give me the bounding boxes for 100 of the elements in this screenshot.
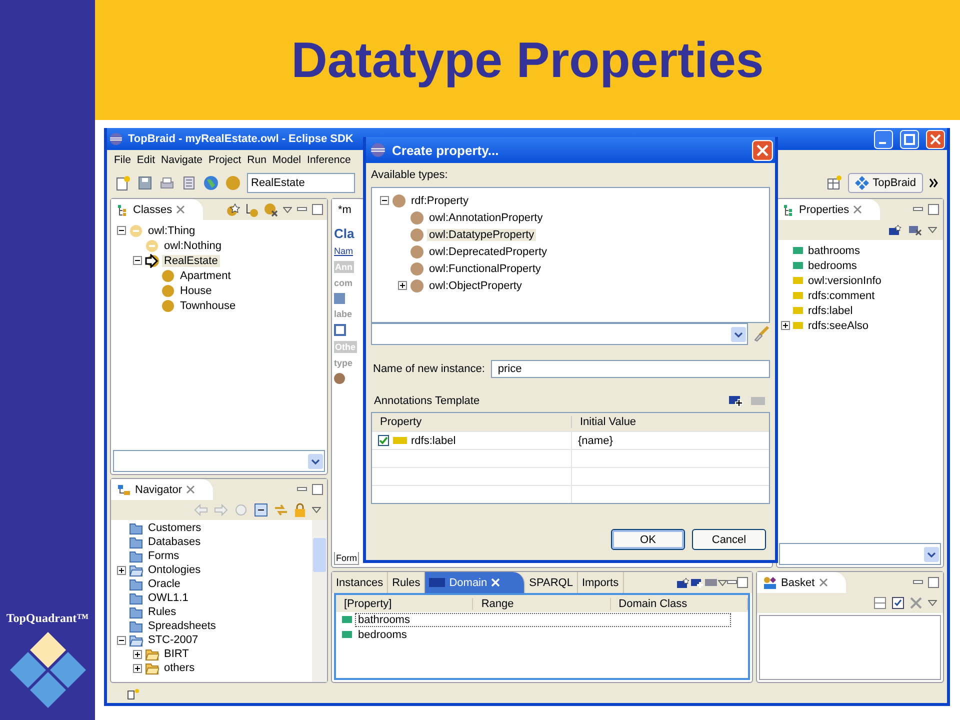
view-menu-icon[interactable] <box>312 507 321 513</box>
editor-page-tab[interactable]: Form <box>334 552 359 565</box>
tree-item[interactable]: rdfs:seeAlso <box>806 320 871 332</box>
checkbox-icon[interactable] <box>892 597 904 609</box>
minimize-icon[interactable] <box>913 580 923 586</box>
tree-item[interactable]: owl:AnnotationProperty <box>427 212 545 224</box>
filter-combo-box[interactable] <box>371 323 748 345</box>
document-icon[interactable] <box>181 175 197 191</box>
maximize-icon[interactable] <box>312 484 323 495</box>
add-icon[interactable] <box>690 576 704 588</box>
clear-icon[interactable] <box>910 597 922 609</box>
add-property-icon[interactable] <box>888 224 902 236</box>
view-tab[interactable]: Instances <box>332 572 388 593</box>
tree-item[interactable]: House <box>178 284 214 296</box>
collapse-icon[interactable] <box>133 256 142 265</box>
close-icon[interactable] <box>818 578 828 587</box>
tree-item[interactable]: Oracle <box>146 578 182 590</box>
tree-item[interactable]: rdfs:label <box>806 304 855 316</box>
menu-item[interactable]: Project <box>205 154 244 166</box>
column-header[interactable]: [Property] <box>336 598 474 610</box>
open-perspective-icon[interactable] <box>826 175 842 191</box>
close-button[interactable] <box>752 140 773 160</box>
print-icon[interactable] <box>159 175 175 191</box>
maximize-icon[interactable] <box>737 577 748 588</box>
tree-item[interactable]: STC-2007 <box>146 634 200 646</box>
column-header[interactable]: Property <box>372 416 572 428</box>
view-tab[interactable]: Basket <box>757 572 846 593</box>
globe-icon[interactable] <box>203 175 219 191</box>
maximize-icon[interactable] <box>928 577 939 588</box>
tree-item[interactable]: owl:FunctionalProperty <box>427 262 543 274</box>
add-class-icon[interactable] <box>226 202 240 216</box>
tree-item[interactable]: Apartment <box>178 270 233 282</box>
view-tab[interactable]: Navigator <box>111 479 214 500</box>
view-tab[interactable]: SPARQL <box>525 572 578 593</box>
maximize-icon[interactable] <box>928 204 939 215</box>
collapse-icon[interactable] <box>117 636 126 644</box>
view-tab[interactable]: Domain <box>425 572 526 593</box>
tree-item[interactable]: bedrooms <box>806 260 859 272</box>
filter-combo-box[interactable] <box>779 543 941 565</box>
tree-item[interactable]: rdfs:comment <box>806 290 877 302</box>
expand-icon[interactable] <box>133 664 142 672</box>
close-icon[interactable] <box>853 205 862 214</box>
add-subclass-icon[interactable] <box>245 202 259 216</box>
chevron-icon[interactable] <box>929 178 939 188</box>
delete-class-icon[interactable] <box>264 202 278 216</box>
menu-item[interactable]: Run <box>244 154 270 166</box>
close-icon[interactable] <box>176 205 186 214</box>
menu-item[interactable]: File <box>111 154 134 166</box>
view-tab[interactable]: Properties <box>777 199 880 220</box>
new-file-icon[interactable] <box>115 175 131 191</box>
maximize-button[interactable] <box>900 130 919 148</box>
expand-icon[interactable] <box>398 281 407 290</box>
column-header[interactable]: Initial Value <box>572 416 769 428</box>
tree-item[interactable]: owl:DatatypeProperty <box>427 228 536 240</box>
tree-item[interactable]: Townhouse <box>178 300 238 312</box>
save-icon[interactable] <box>137 175 153 191</box>
scrollbar[interactable] <box>312 520 327 682</box>
view-menu-icon[interactable] <box>928 227 937 233</box>
tree-item[interactable]: RealEstate <box>162 254 220 266</box>
table-cell[interactable]: bathrooms <box>355 612 731 626</box>
name-link[interactable]: Nam <box>334 246 354 256</box>
tree-item[interactable]: OWL1.1 <box>146 592 190 604</box>
tree-item[interactable]: rdf:Property <box>409 194 470 206</box>
fast-view-icon[interactable] <box>127 688 141 700</box>
tree-item[interactable]: Rules <box>146 606 178 618</box>
delete-property-icon[interactable] <box>908 224 922 236</box>
close-button[interactable] <box>926 130 945 148</box>
view-tab[interactable]: Classes <box>111 199 204 220</box>
collapse-all-icon[interactable] <box>254 503 268 517</box>
class-combo-box[interactable]: RealEstate <box>247 173 355 193</box>
tree-item[interactable]: BIRT <box>162 648 191 660</box>
minimize-icon[interactable] <box>297 486 307 492</box>
view-menu-icon[interactable] <box>718 580 727 586</box>
perspective-button[interactable]: TopBraid <box>848 173 923 193</box>
tree-item[interactable]: owl:Nothing <box>162 240 224 252</box>
minimize-icon[interactable] <box>727 580 737 586</box>
tree-item[interactable]: Forms <box>146 550 182 562</box>
tree-item[interactable]: Databases <box>146 536 203 548</box>
table-cell[interactable]: bedrooms <box>355 628 410 642</box>
expand-icon[interactable] <box>781 321 790 330</box>
expand-icon[interactable] <box>133 650 142 658</box>
expand-icon[interactable] <box>117 566 126 574</box>
split-icon[interactable] <box>874 597 886 609</box>
maximize-icon[interactable] <box>312 204 323 215</box>
minimize-icon[interactable] <box>297 206 307 212</box>
view-menu-icon[interactable] <box>928 600 937 606</box>
minimize-button[interactable] <box>874 130 893 148</box>
checkbox[interactable] <box>378 435 389 446</box>
collapse-icon[interactable] <box>380 196 389 205</box>
tree-item[interactable]: others <box>162 662 197 674</box>
menu-item[interactable]: Model <box>269 154 304 166</box>
menu-item[interactable]: Inference <box>304 154 354 166</box>
menu-item[interactable]: Navigate <box>158 154 206 166</box>
lock-icon[interactable] <box>294 503 306 517</box>
dialog-button[interactable]: OK <box>611 529 685 550</box>
minimize-icon[interactable] <box>913 206 923 212</box>
dialog-button[interactable]: Cancel <box>692 529 766 550</box>
collapse-icon[interactable] <box>117 226 126 235</box>
view-menu-icon[interactable] <box>283 206 292 212</box>
tree-item[interactable]: owl:Thing <box>146 224 198 236</box>
